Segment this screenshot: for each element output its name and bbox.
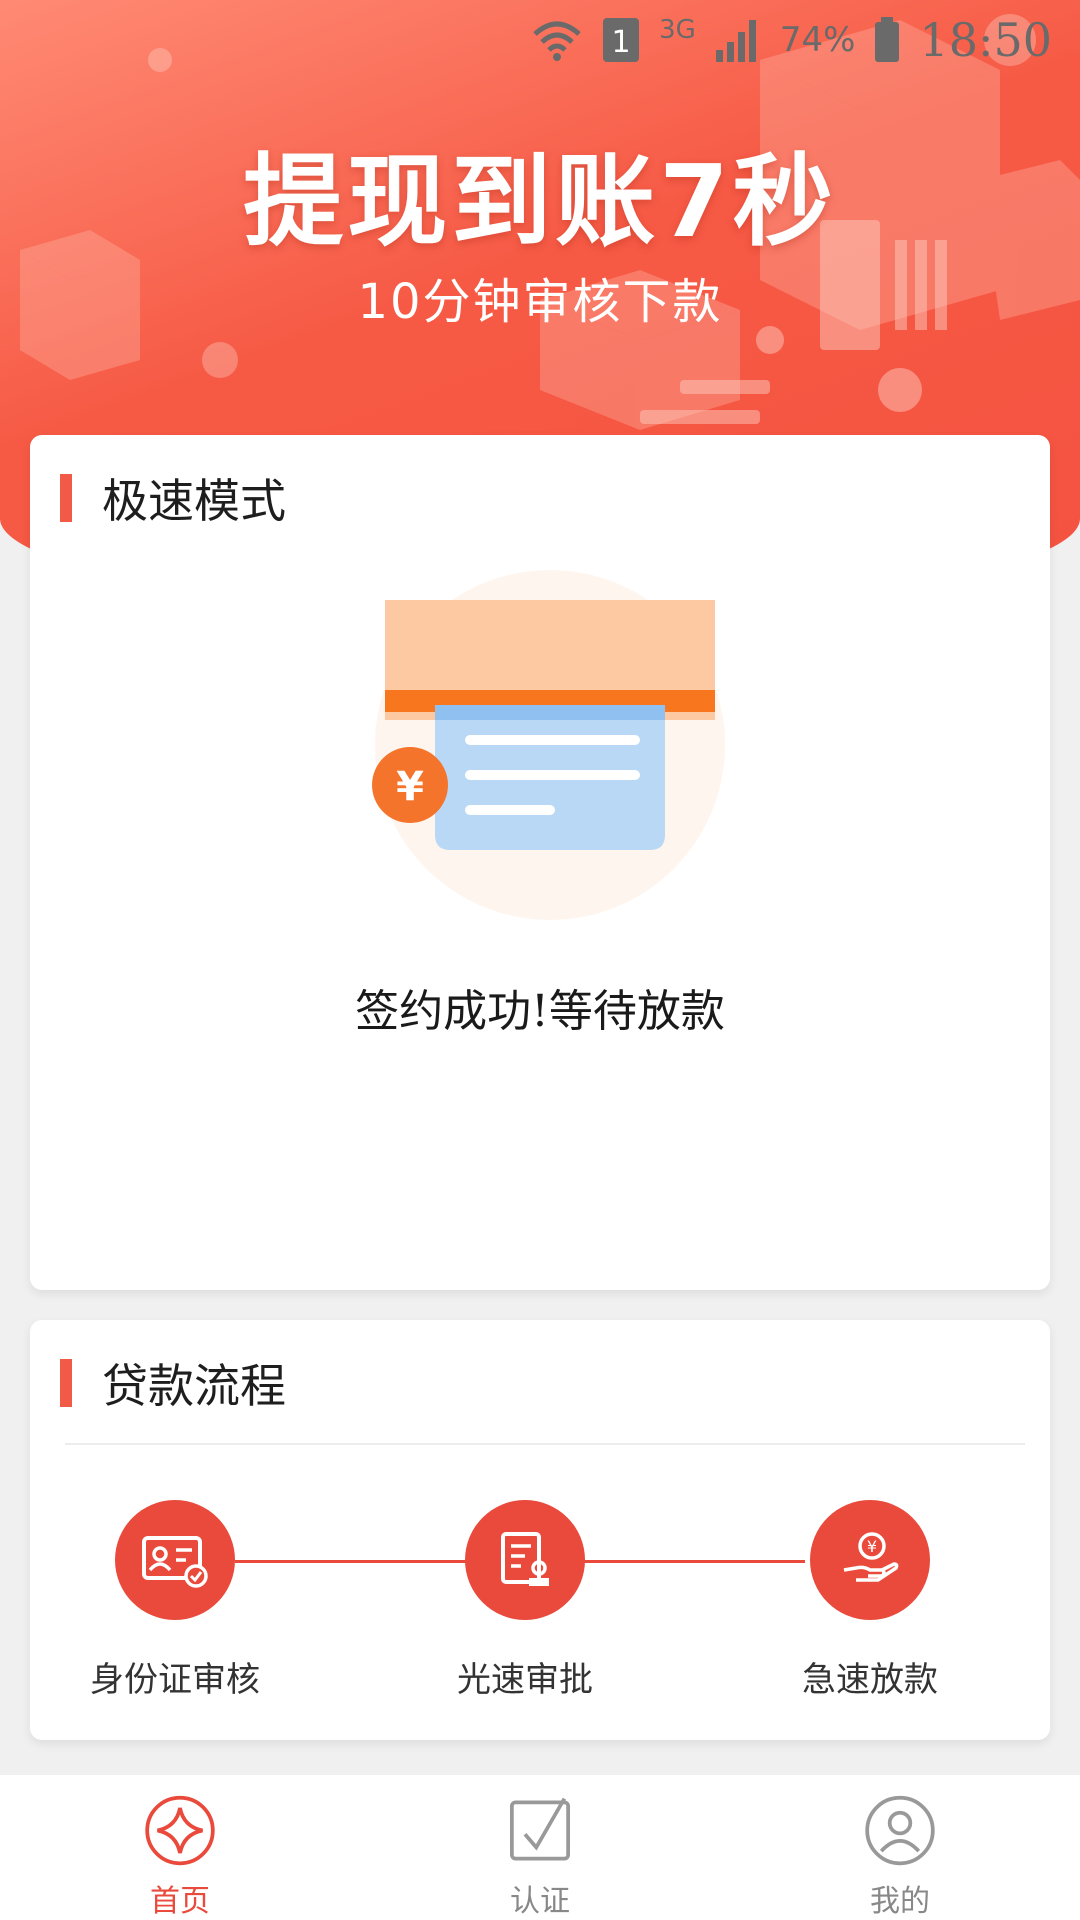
loan-process-title: 贷款流程 <box>102 1358 286 1413</box>
home-diamond-icon <box>145 1795 215 1866</box>
profile-icon <box>865 1795 935 1866</box>
battery-percentage: 74% <box>779 20 856 60</box>
process-steps: 身份证审核 光速审批 ¥ 急速放款 <box>30 1500 1050 1730</box>
clock-time: 18:50 <box>919 13 1052 67</box>
banner-title: 提现到账7秒 <box>243 143 837 260</box>
step-fast-approval: 光速审批 <box>395 1500 655 1701</box>
sim-label: 1 <box>612 25 631 60</box>
nav-profile[interactable]: 我的 <box>720 1775 1080 1920</box>
wifi-icon <box>531 16 583 64</box>
title-accent-bar <box>60 473 72 522</box>
network-type: 3G <box>659 15 696 45</box>
title-accent-bar <box>60 1358 72 1407</box>
id-card-icon <box>115 1500 235 1620</box>
checkbox-icon <box>510 1797 570 1861</box>
bottom-navigation: 首页 认证 我的 <box>0 1775 1080 1920</box>
nav-profile-label: 我的 <box>870 1884 930 1919</box>
battery-icon <box>873 17 901 63</box>
signing-status-message: 签约成功!等待放款 <box>355 986 725 1037</box>
speed-mode-card: 极速模式 ¥ 签约成功!等待放款 <box>30 435 1050 1290</box>
step-label: 身份证审核 <box>90 1660 260 1700</box>
step-id-verification: 身份证审核 <box>45 1500 305 1701</box>
loan-process-header: 贷款流程 <box>30 1320 1050 1445</box>
banner-subtitle: 10分钟审核下款 <box>357 274 723 330</box>
signal-icon <box>714 16 762 64</box>
svg-text:¥: ¥ <box>867 1537 877 1556</box>
document-approval-icon <box>465 1500 585 1620</box>
nav-home-label: 首页 <box>150 1884 210 1919</box>
svg-text:¥: ¥ <box>396 764 424 810</box>
step-label: 光速审批 <box>457 1660 593 1700</box>
status-bar: 1 3G 74% 18:50 <box>0 0 1080 80</box>
sim-card-icon: 1 <box>601 16 641 64</box>
loan-process-card: 贷款流程 身份证审核 光速审批 ¥ 急速放款 <box>30 1320 1050 1740</box>
header-divider <box>65 1443 1025 1445</box>
signing-success-illustration: ¥ <box>372 570 725 920</box>
nav-home[interactable]: 首页 <box>0 1775 360 1920</box>
step-rapid-disbursement: ¥ 急速放款 <box>740 1500 1000 1701</box>
speed-mode-header: 极速模式 <box>30 435 1050 560</box>
nav-verification-label: 认证 <box>510 1884 570 1919</box>
step-label: 急速放款 <box>802 1660 938 1700</box>
nav-verification[interactable]: 认证 <box>360 1775 720 1920</box>
money-hand-icon: ¥ <box>810 1500 930 1620</box>
speed-mode-title: 极速模式 <box>102 473 286 528</box>
